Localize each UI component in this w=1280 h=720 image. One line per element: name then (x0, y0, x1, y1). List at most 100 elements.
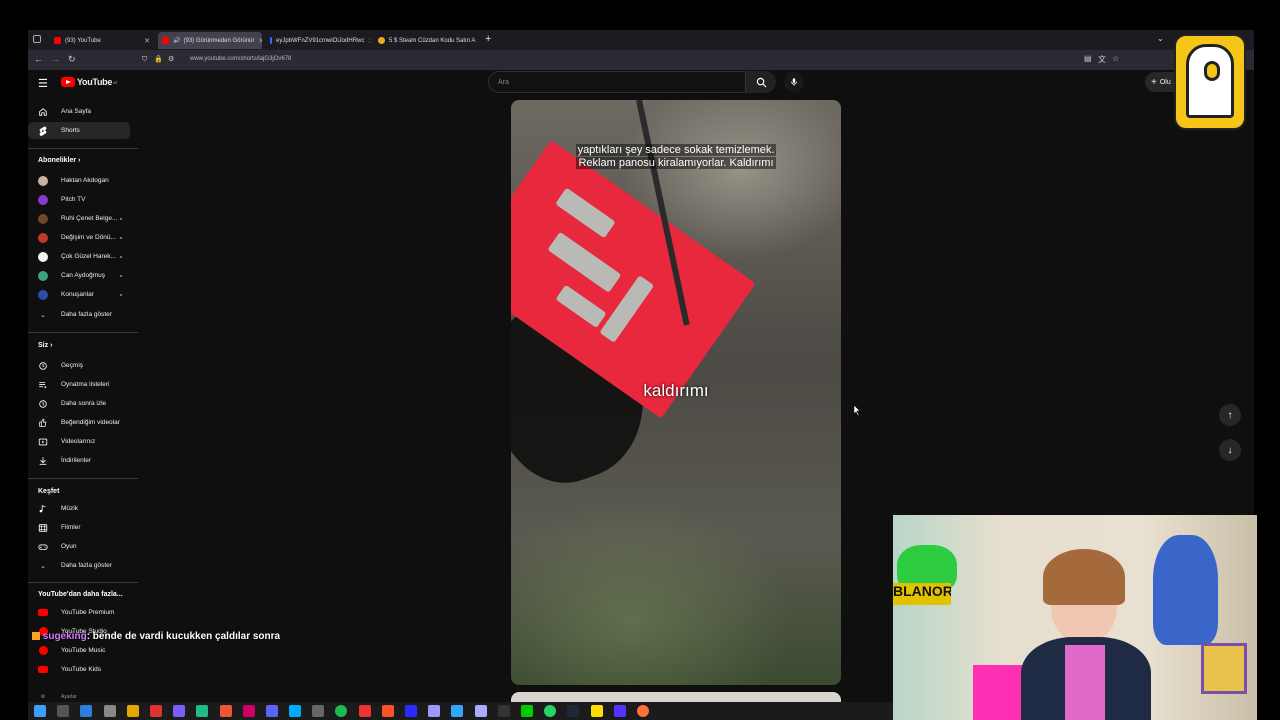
spotify-icon[interactable] (335, 705, 348, 717)
shorts-video-player[interactable]: yaptıkları şey sadece sokak temizlemek. … (511, 100, 841, 685)
close-tab-icon[interactable]: ✕ (364, 37, 370, 45)
back-arrow-icon[interactable]: ← (34, 54, 43, 64)
sidebar-item-subscription[interactable]: Ruhi Çenet Belge... (28, 210, 130, 227)
previous-video-button[interactable]: ↑ (1219, 404, 1241, 426)
close-tab-icon[interactable]: ✕ (475, 37, 478, 45)
reader-view-icon[interactable]: ▤ (1084, 54, 1092, 63)
tab-steam[interactable]: 5 $ Steam Cüzdan Kodu Satın A ✕ (374, 32, 478, 49)
tab-youtube[interactable]: (93) YouTube ✕ (50, 32, 154, 49)
sidebar-item-subscription[interactable]: Can Aydoğmuş (28, 267, 130, 284)
sidebar-item-label: Ruhi Çenet Belge... (61, 215, 118, 222)
whatsapp-icon[interactable] (544, 705, 557, 717)
firefox-icon[interactable] (636, 705, 649, 717)
sidebar-item-youtube-kids[interactable]: YouTube Kids (28, 661, 130, 678)
playlist-icon (38, 380, 48, 390)
sidebar-item-label: YouTube Music (61, 647, 106, 654)
sidebar-item-films[interactable]: Filmler (28, 519, 130, 536)
app-icon[interactable] (173, 705, 186, 717)
explore-heading: Keşfet (38, 488, 60, 495)
youtube-favicon-icon (162, 37, 169, 44)
app-icon[interactable] (149, 705, 162, 717)
sidebar-item-settings[interactable]: ⚙ Ayarlar (28, 692, 130, 702)
app-icon[interactable] (289, 705, 302, 717)
premiere-icon[interactable] (428, 705, 441, 717)
app-icon[interactable] (242, 705, 255, 717)
translate-icon[interactable]: 文 (1098, 54, 1106, 65)
next-video-button[interactable]: ↓ (1219, 439, 1241, 461)
app-icon[interactable] (80, 705, 93, 717)
sidebar-item-shorts[interactable]: Shorts (28, 122, 130, 139)
avatar (38, 232, 48, 243)
photoshop-icon[interactable] (451, 705, 464, 717)
search-button[interactable] (746, 71, 776, 93)
app-icon[interactable] (196, 705, 209, 717)
you-heading[interactable]: Siz › (38, 342, 52, 349)
forward-arrow-icon[interactable]: → (51, 54, 60, 64)
sidebar-item-subscription[interactable]: Pitch TV (28, 191, 130, 208)
app-icon[interactable] (103, 705, 116, 717)
permissions-icon[interactable]: ⚙ (168, 55, 174, 63)
sidebar-item-your-videos[interactable]: Videolarınız (28, 433, 130, 450)
youtube-music-icon (38, 646, 48, 656)
film-icon (38, 523, 48, 533)
reload-icon[interactable]: ↻ (68, 54, 76, 65)
sidebar-item-watch-later[interactable]: Daha sonra izle (28, 395, 130, 412)
new-content-dot (120, 236, 122, 239)
task-view-icon[interactable] (57, 705, 70, 717)
sidebar-item-label: YouTube Kids (61, 666, 101, 673)
tab-overview-icon[interactable] (33, 35, 41, 43)
sidebar-item-youtube-premium[interactable]: YouTube Premium (28, 604, 130, 621)
speaker-icon[interactable]: 🔊 (173, 37, 180, 44)
sidebar-item-subscription[interactable]: Konuşanlar (28, 286, 130, 303)
sidebar-item-subscription[interactable]: Haktan Akdogan (28, 172, 130, 189)
app-icon[interactable] (312, 705, 325, 717)
sidebar-item-subscription[interactable]: Çok Güzel Harek... (28, 248, 130, 265)
url-field[interactable]: www.youtube.com/shorts/lajG3jOv678 (190, 56, 291, 62)
tab-list-chevron-icon[interactable]: ⌄ (1157, 34, 1164, 43)
browser-icon[interactable] (381, 705, 394, 717)
sidebar-item-liked-videos[interactable]: Beğendiğim videolar (28, 414, 130, 431)
show-more-subscriptions[interactable]: ⌄ Daha fazla göster (28, 306, 130, 323)
app-icon[interactable] (497, 705, 510, 717)
sidebar-item-label: Müzik (61, 505, 78, 512)
search-input[interactable]: Ara (488, 71, 746, 93)
sidebar-item-history[interactable]: Geçmiş (28, 357, 130, 374)
app-icon[interactable] (520, 705, 533, 717)
sidebar-item-gaming[interactable]: Oyun (28, 538, 130, 555)
app-icon[interactable] (405, 705, 417, 717)
sidebar-item-home[interactable]: Ana Sayfa (28, 103, 130, 120)
close-tab-icon[interactable]: ✕ (140, 37, 150, 45)
close-tab-icon[interactable]: ✕ (255, 37, 262, 45)
steam-icon[interactable] (567, 705, 580, 717)
divider (28, 148, 138, 149)
tab-image-url[interactable]: eyJpbWFnZV91cmwiOiJodHRwc ✕ (266, 32, 370, 49)
app-icon[interactable] (590, 705, 603, 717)
you-title: Siz (38, 342, 49, 349)
sidebar-item-label: Geçmiş (61, 362, 84, 369)
folder-icon[interactable] (126, 705, 139, 717)
sidebar-item-label: Can Aydoğmuş (61, 272, 105, 279)
video-caption-top: yaptıkları şey sadece sokak temizlemek. … (511, 144, 841, 170)
sidebar-item-music[interactable]: Müzik (28, 500, 130, 517)
bookmark-star-icon[interactable]: ☆ (1112, 54, 1119, 63)
sign-letter-shape (555, 187, 616, 239)
new-tab-icon[interactable]: + (485, 33, 491, 45)
app-icon[interactable] (358, 705, 371, 717)
sidebar-item-playlists[interactable]: Oynatma listeleri (28, 376, 130, 393)
sidebar-item-downloads[interactable]: İndirilenler (28, 452, 130, 469)
lock-icon[interactable]: 🔒 (154, 55, 163, 63)
app-icon[interactable] (613, 705, 626, 717)
tab-shorts-active[interactable]: 🔊 (93) Görünmeden Görünür ✕ (158, 32, 262, 49)
discord-icon[interactable] (265, 705, 278, 717)
subscriptions-heading[interactable]: Abonelikler › (38, 157, 80, 164)
sidebar-item-label: Oyun (61, 543, 77, 550)
voice-search-button[interactable] (784, 72, 804, 92)
show-more-explore[interactable]: ⌄ Daha fazla göster (28, 557, 130, 574)
app-icon[interactable] (219, 705, 232, 717)
start-icon[interactable] (34, 705, 46, 717)
app-icon[interactable] (474, 705, 487, 717)
sidebar-item-youtube-music[interactable]: YouTube Music (28, 642, 130, 659)
stream-chat-message: sugeking: bende de vardi kucukken çaldıl… (32, 631, 280, 642)
shield-icon[interactable]: ⛉ (142, 56, 147, 64)
sidebar-item-subscription[interactable]: Değişim ve Dönü... (28, 229, 130, 246)
